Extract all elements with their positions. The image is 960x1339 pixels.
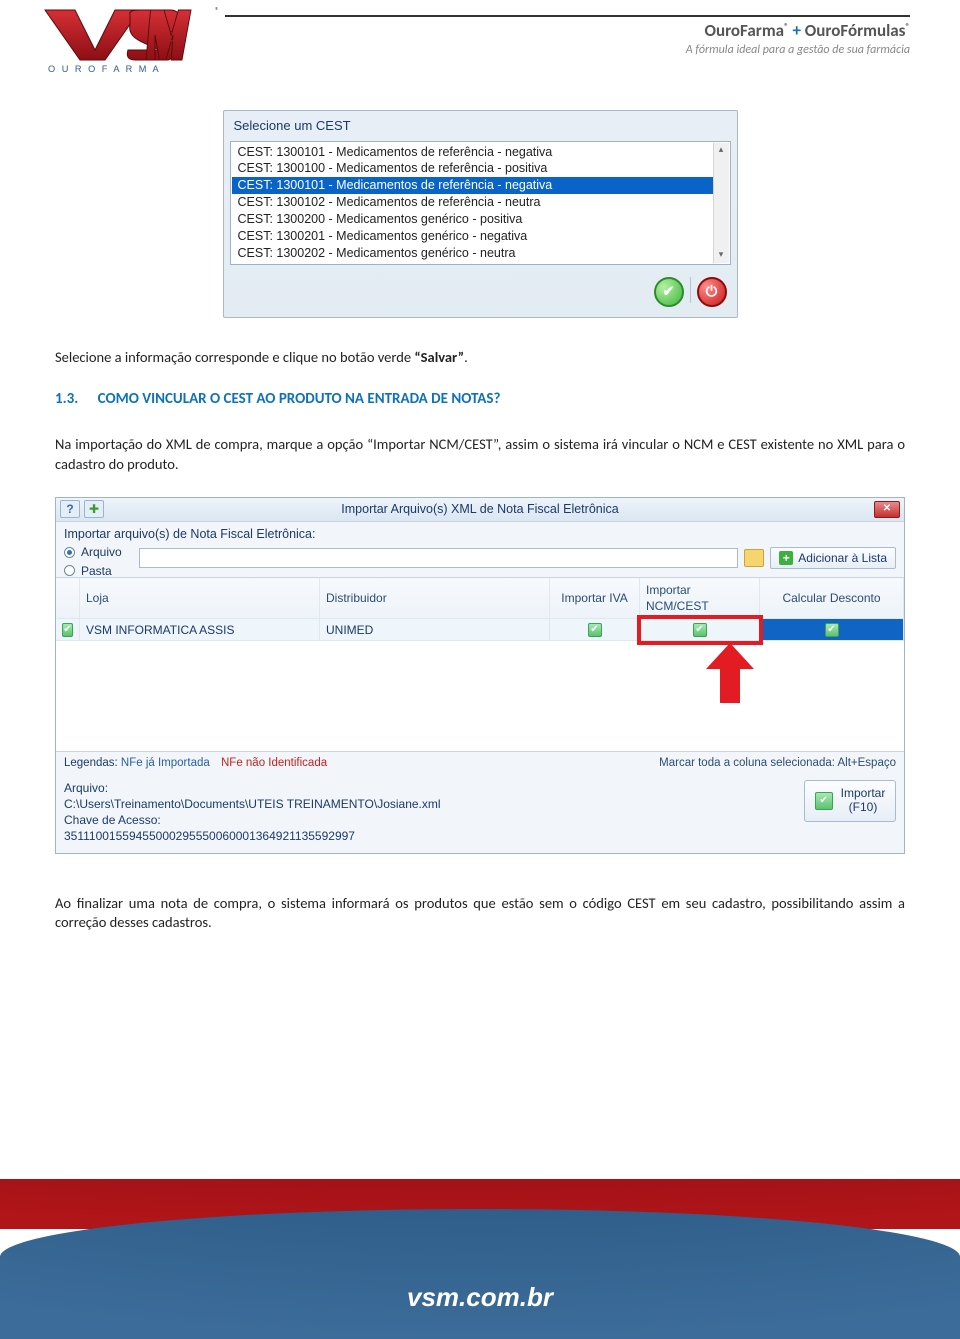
plus-icon: + (779, 551, 793, 565)
scroll-up-icon[interactable]: ▴ (714, 143, 729, 159)
paragraph-1: Selecione a informação corresponde e cli… (55, 348, 905, 368)
heading-number: 1.3. (55, 390, 78, 408)
radio-icon (64, 565, 75, 576)
row-checkbox[interactable]: ✔ (62, 623, 73, 637)
add-to-list-button[interactable]: + Adicionar à Lista (770, 547, 896, 569)
svg-text:®: ® (215, 6, 219, 16)
brand-plus: + (792, 20, 804, 41)
vsm-logo: ® O U R O F A R M A (40, 5, 220, 75)
cell-dist: UNIMED (320, 619, 550, 640)
key-value: 3511100155945500029555006000136492113559… (64, 828, 441, 844)
cest-list-item[interactable]: CEST: 1300101 - Medicamentos de referênc… (232, 144, 729, 161)
folder-icon[interactable] (744, 549, 764, 567)
section-heading: 1.3. COMO VINCULAR O CEST AO PRODUTO NA … (55, 389, 905, 409)
paragraph-3: Ao finalizar uma nota de compra, o siste… (55, 894, 905, 933)
legend-hint: Marcar toda a coluna selecionada: Alt+Es… (659, 756, 896, 772)
cest-list-item[interactable]: CEST: 1300202 - Medicamentos genérico - … (232, 245, 729, 262)
col-ncm[interactable]: Importar NCM/CEST (640, 578, 760, 618)
dialog-titlebar: ? ✚ Importar Arquivo(s) XML de Nota Fisc… (56, 498, 904, 522)
file-path: C:\Users\Treinamento\Documents\UTEIS TRE… (64, 796, 441, 812)
import-main-label: Importar arquivo(s) de Nota Fiscal Eletr… (64, 526, 896, 543)
dialog-title: Importar Arquivo(s) XML de Nota Fiscal E… (56, 501, 904, 518)
legend-imported: NFe já Importada (121, 757, 210, 769)
save-button[interactable]: ✔ (654, 277, 684, 307)
file-path-input[interactable] (139, 548, 738, 568)
cest-list-item[interactable]: CEST: 1300102 - Medicamentos de referênc… (232, 194, 729, 211)
legend-row: Legendas: NFe já Importada NFe não Ident… (56, 751, 904, 776)
paragraph-2: Na importação do XML de compra, marque a… (55, 435, 905, 474)
grid-empty-area (56, 641, 904, 751)
brand-tagline: A fórmula ideal para a gestão de sua far… (686, 43, 910, 57)
check-icon: ✔ (815, 792, 833, 810)
footer-url: vsm.com.br (0, 1282, 960, 1313)
import-bottom: Arquivo: C:\Users\Treinamento\Documents\… (56, 776, 904, 853)
cest-listbox[interactable]: CEST: 1300101 - Medicamentos de referênc… (230, 141, 731, 265)
brand-a: OuroFarma (704, 20, 784, 41)
arrow-icon (706, 643, 754, 703)
import-xml-dialog: ? ✚ Importar Arquivo(s) XML de Nota Fisc… (55, 497, 905, 854)
col-iva[interactable]: Importar IVA (550, 578, 640, 618)
header-brand: OuroFarma® + OuroFórmulas® A fórmula ide… (686, 20, 910, 57)
cell-loja: VSM INFORMATICA ASSIS (80, 619, 320, 640)
legend-label: Legendas: (64, 757, 118, 769)
file-info: Arquivo: C:\Users\Treinamento\Documents\… (64, 780, 441, 845)
cest-list-item[interactable]: CEST: 1300201 - Medicamentos genérico - … (232, 228, 729, 245)
logo-subtext: O U R O F A R M A (48, 64, 161, 74)
radio-icon (64, 547, 75, 558)
brand-b: OuroFórmulas (805, 20, 906, 41)
iva-checkbox[interactable]: ✔ (588, 623, 602, 637)
button-separator (690, 277, 691, 303)
page-footer: vsm.com.br (0, 1179, 960, 1339)
page-header: ® O U R O F A R M A OuroFarma® + OuroFór… (0, 0, 960, 80)
page-content: Selecione um CEST CEST: 1300101 - Medica… (0, 80, 960, 933)
col-check (56, 578, 80, 618)
col-desc[interactable]: Calcular Desconto (760, 578, 904, 618)
desc-checkbox[interactable]: ✔ (825, 623, 839, 637)
legend-unknown: NFe não Identificada (221, 757, 327, 769)
file-label: Arquivo: (64, 780, 441, 796)
import-button[interactable]: ✔ Importar (F10) (804, 780, 896, 822)
header-divider (225, 15, 910, 17)
cancel-button[interactable]: ⏻ (697, 277, 727, 307)
grid-row[interactable]: ✔ VSM INFORMATICA ASSIS UNIMED ✔ ✔ ✔ (56, 619, 904, 641)
cest-list-item[interactable]: CEST: 1300200 - Medicamentos genérico - … (232, 211, 729, 228)
col-loja[interactable]: Loja (80, 578, 320, 618)
cest-list-item[interactable]: CEST: 1300101 - Medicamentos de referênc… (232, 177, 729, 194)
scroll-down-icon[interactable]: ▾ (714, 247, 729, 263)
footer-blue-band (0, 1209, 960, 1339)
grid-header-row: Loja Distribuidor Importar IVA Importar … (56, 578, 904, 619)
scrollbar[interactable]: ▴ ▾ (713, 143, 729, 263)
key-label: Chave de Acesso: (64, 812, 441, 828)
cest-dialog-title: Selecione um CEST (224, 111, 737, 141)
col-dist[interactable]: Distribuidor (320, 578, 550, 618)
import-grid: Loja Distribuidor Importar IVA Importar … (56, 578, 904, 751)
ncm-checkbox[interactable]: ✔ (693, 623, 707, 637)
cest-dialog: Selecione um CEST CEST: 1300101 - Medica… (223, 110, 738, 318)
heading-text: COMO VINCULAR O CEST AO PRODUTO NA ENTRA… (98, 390, 501, 408)
close-icon[interactable]: ✕ (874, 501, 900, 518)
cest-list-item[interactable]: CEST: 1300100 - Medicamentos de referênc… (232, 160, 729, 177)
